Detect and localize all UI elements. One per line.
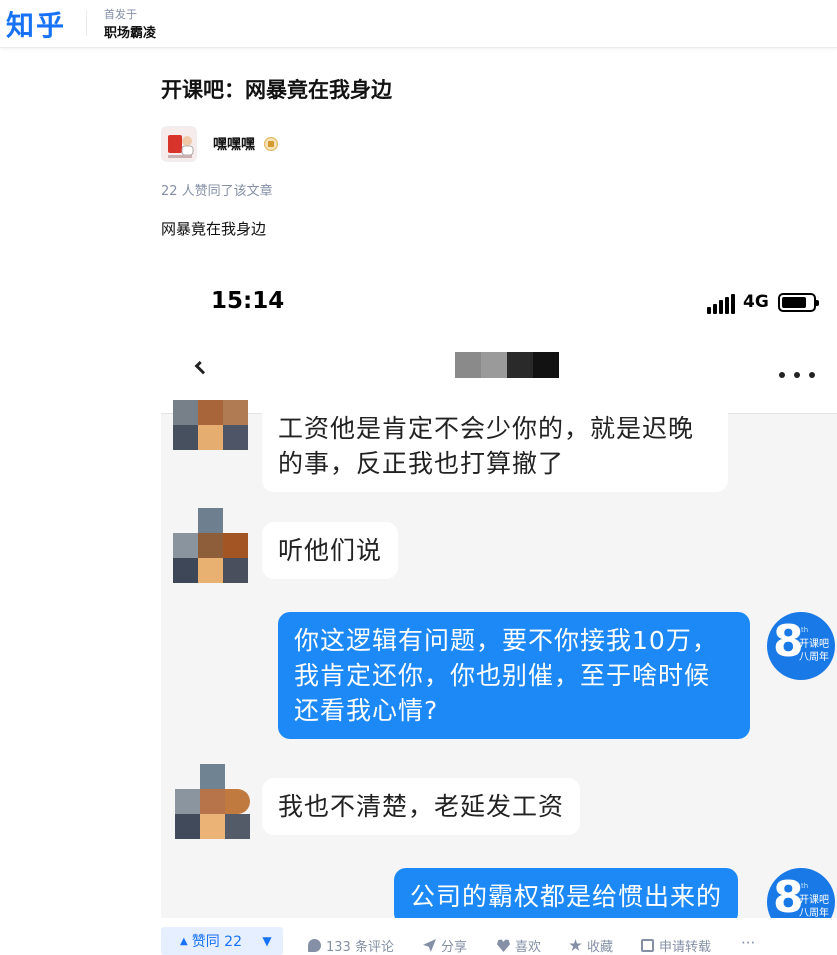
author-avatar[interactable] xyxy=(161,126,197,162)
avatar-caption-line2: 八周年 xyxy=(799,652,829,663)
signal-icon xyxy=(707,294,735,314)
more-label: ··· xyxy=(741,934,756,952)
contact-avatar-mosaic xyxy=(175,764,255,844)
contact-avatar-mosaic xyxy=(173,508,253,588)
published-in-label: 首发于 xyxy=(104,8,137,21)
message-bubble: 你这逻辑有问题，要不你接我10万，我肯定还你，你也别催，至于啥时候还看我心情? xyxy=(278,612,750,739)
zhihu-logo[interactable]: 知乎 xyxy=(6,4,66,44)
heart-icon xyxy=(497,939,510,952)
avatar-caption-line1: 开课吧 xyxy=(799,639,829,650)
author-name[interactable]: 嘿嘿嘿 xyxy=(213,134,255,154)
upvote-label: 赞同 22 xyxy=(191,934,242,950)
phone-status-bar: 15:14 4G xyxy=(161,262,837,342)
favorite-label: 收藏 xyxy=(587,940,614,955)
paper-plane-icon xyxy=(423,939,436,952)
triangle-up-icon: ▲ xyxy=(180,935,188,947)
comments-button[interactable]: 133 条评论 xyxy=(308,936,394,955)
avatar-caption-line2: 八周年 xyxy=(799,908,829,918)
document-icon xyxy=(641,939,654,952)
repost-request-button[interactable]: 申请转载 xyxy=(641,936,711,955)
more-actions-button[interactable]: ··· xyxy=(741,934,755,952)
favorite-button[interactable]: 收藏 xyxy=(569,936,613,955)
share-label: 分享 xyxy=(441,940,468,955)
my-avatar: 8 th 开课吧 八周年 xyxy=(767,612,835,680)
verified-badge-icon xyxy=(264,137,278,151)
column-link[interactable]: 职场霸凌 xyxy=(104,22,156,41)
comment-icon xyxy=(308,939,321,952)
back-arrow-icon xyxy=(195,358,212,375)
like-button[interactable]: 喜欢 xyxy=(497,936,541,955)
avatar-caption-line1: 开课吧 xyxy=(799,895,829,906)
avatar-caption: 开课吧 八周年 xyxy=(799,894,829,918)
like-label: 喜欢 xyxy=(515,940,542,955)
article-title: 开课吧：网暴竟在我身边 xyxy=(161,78,392,102)
status-time: 15:14 xyxy=(211,288,285,314)
contact-avatar-mosaic xyxy=(173,400,253,480)
share-button[interactable]: 分享 xyxy=(423,936,467,955)
message-bubble: 听他们说 xyxy=(262,522,399,579)
star-icon xyxy=(569,939,582,951)
downvote-button[interactable]: ▼ xyxy=(251,927,283,955)
chat-screenshot-image: 15:14 4G 工资他是肯定不会少你的，就是迟晚的事，反正我也打算撤了 听他们… xyxy=(161,262,837,918)
battery-icon xyxy=(778,293,819,312)
avatar-small-text: th xyxy=(801,626,809,634)
avatar-caption: 开课吧 八周年 xyxy=(799,638,829,664)
more-options-icon xyxy=(779,372,819,380)
top-bar: 知乎 首发于 职场霸凌 xyxy=(0,0,837,48)
repost-label: 申请转载 xyxy=(659,940,712,955)
upvote-button[interactable]: ▲ 赞同 22 xyxy=(161,927,261,955)
my-avatar: 8 th 开课吧 八周年 xyxy=(767,868,835,918)
header-divider xyxy=(86,10,87,36)
comments-label: 133 条评论 xyxy=(326,940,394,955)
network-type: 4G xyxy=(743,292,769,312)
triangle-down-icon: ▼ xyxy=(262,934,272,948)
message-bubble: 公司的霸权都是给惯出来的 xyxy=(394,868,739,918)
avatar-small-text: th xyxy=(801,882,809,890)
message-bubble: 工资他是肯定不会少你的，就是迟晚的事，反正我也打算撤了 xyxy=(262,400,728,492)
article-body-text: 网暴竟在我身边 xyxy=(161,220,267,238)
article-action-bar: ▲ 赞同 22 ▼ 133 条评论 分享 喜欢 收藏 申请转载 ··· xyxy=(0,918,837,955)
message-bubble: 我也不清楚，老延发工资 xyxy=(262,778,581,835)
blurred-contact-name xyxy=(455,352,559,378)
likes-summary: 22 人赞同了该文章 xyxy=(161,184,273,199)
